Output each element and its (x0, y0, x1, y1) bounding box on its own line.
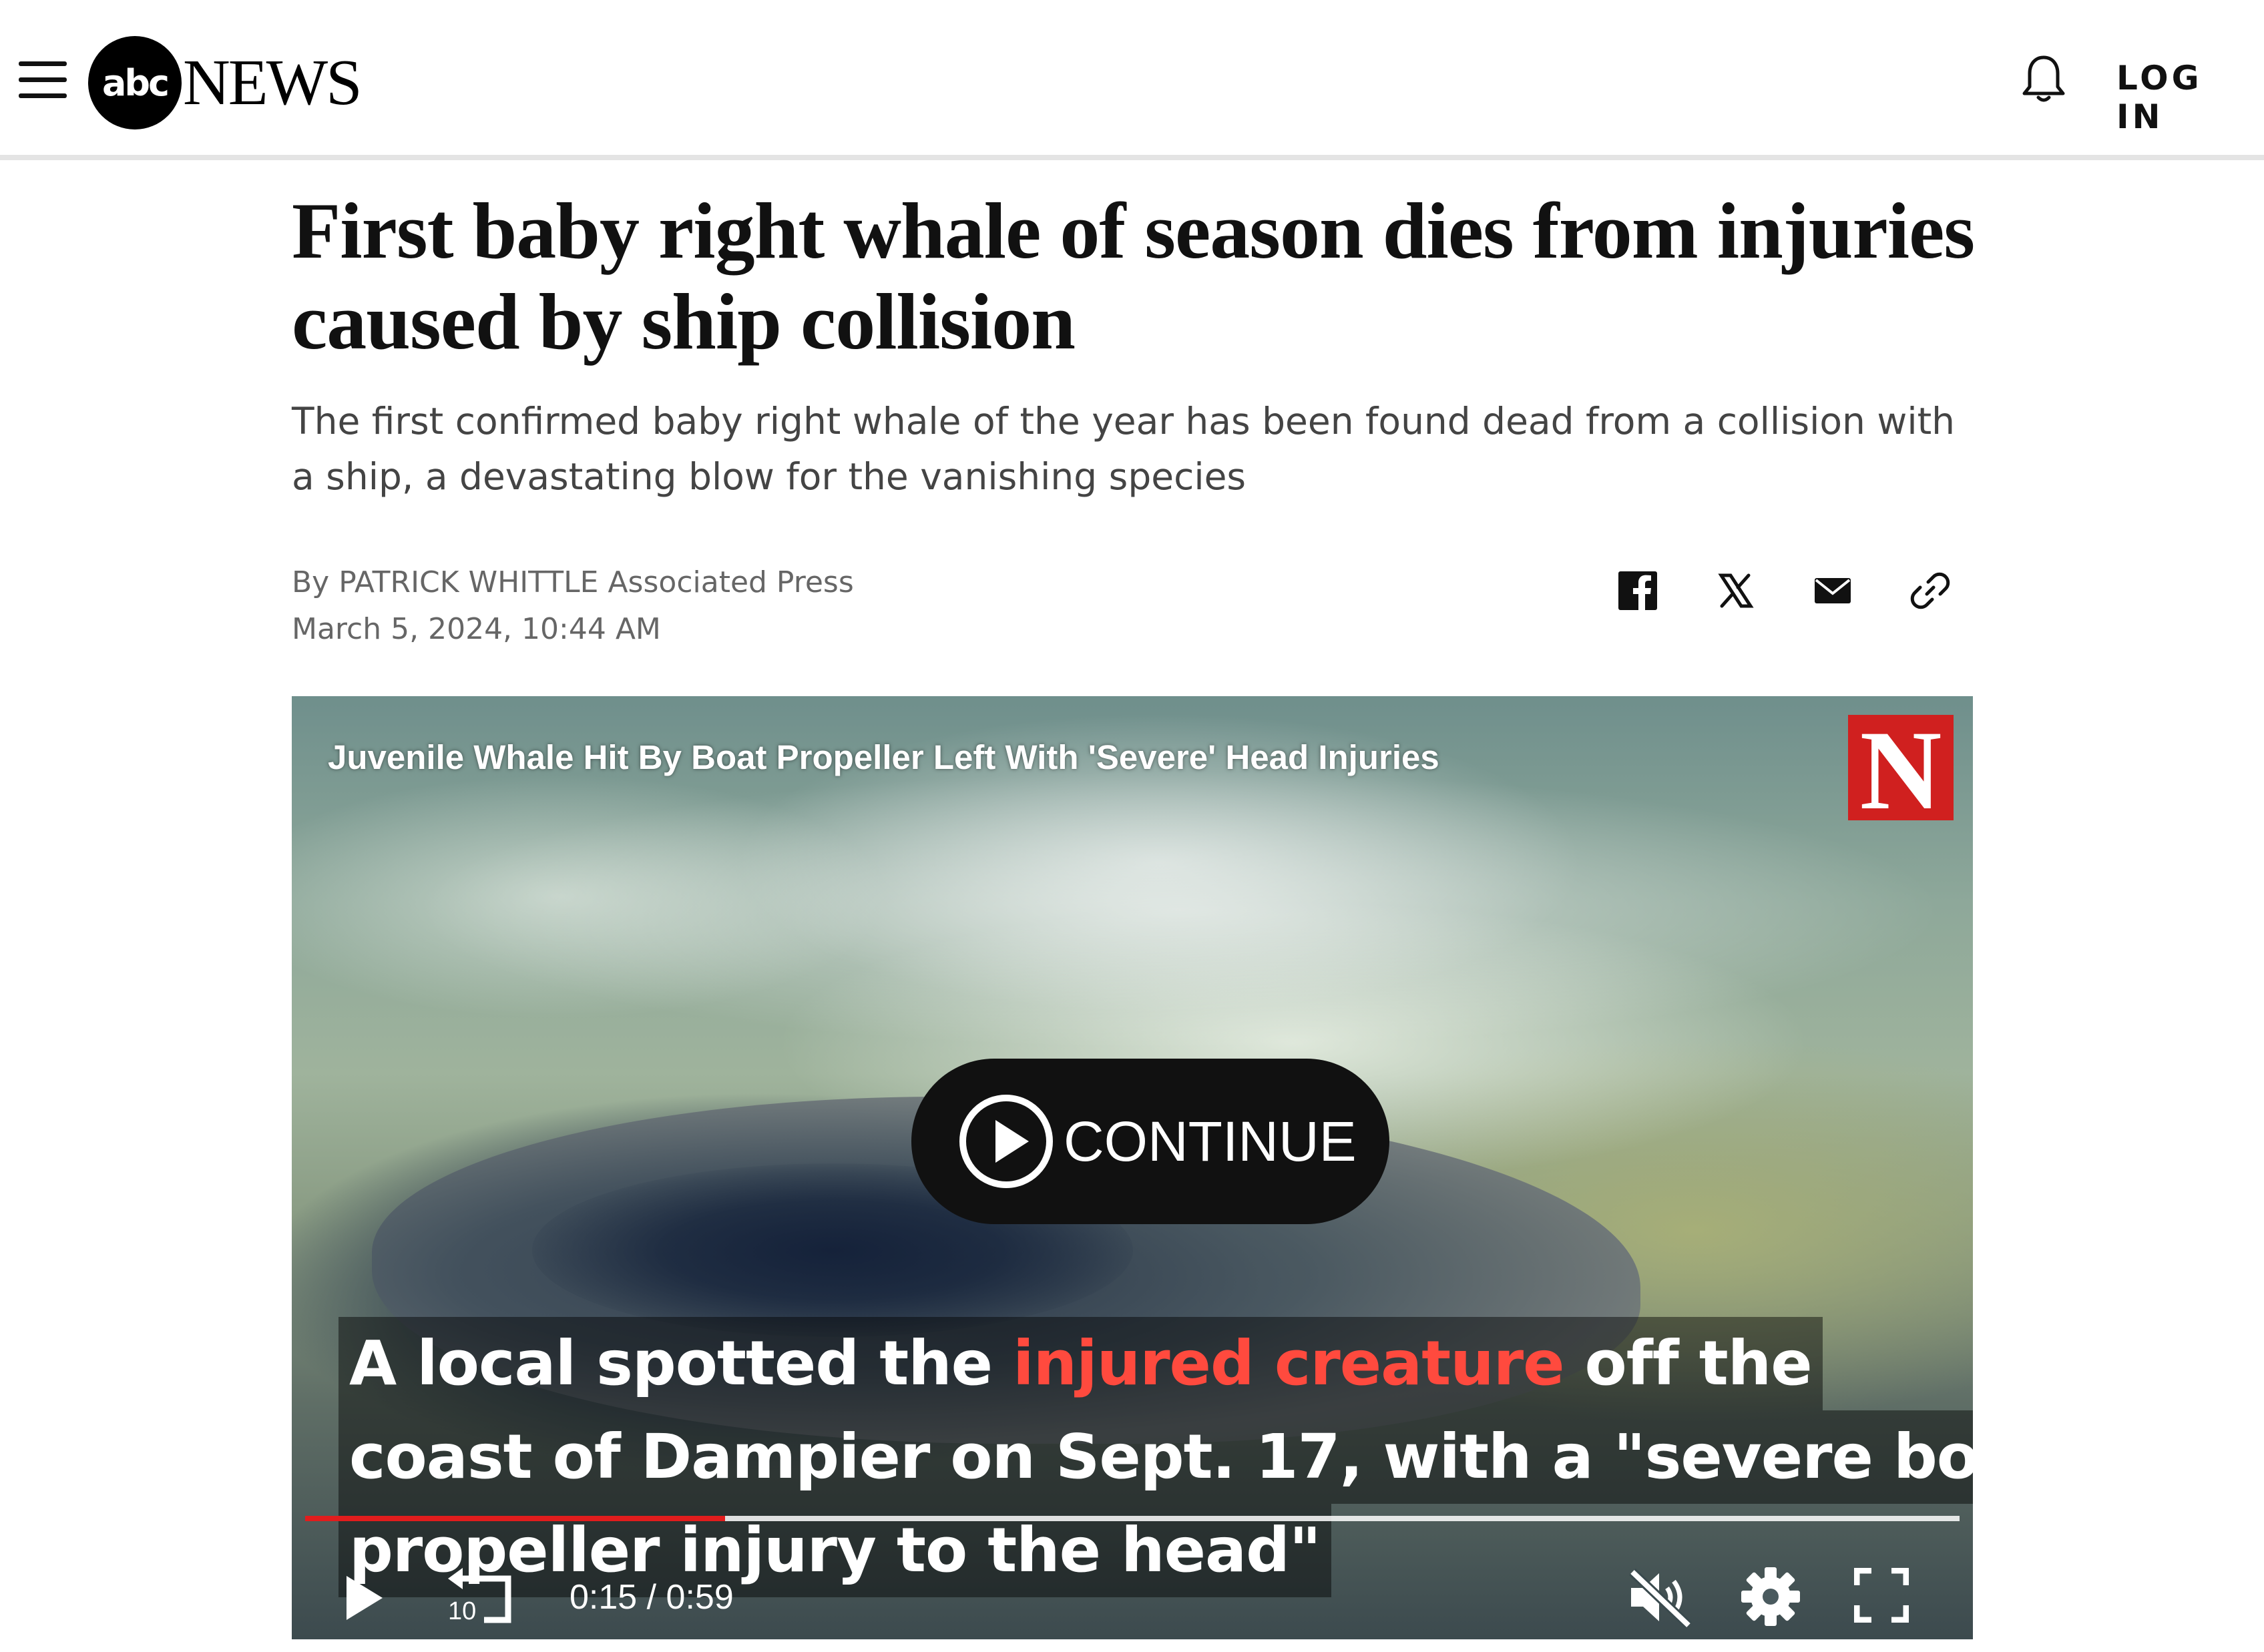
continue-label: CONTINUE (1064, 1110, 1357, 1173)
play-circle-icon (959, 1095, 1053, 1188)
fullscreen-icon[interactable] (1854, 1568, 1909, 1623)
time-display: 0:15 / 0:59 (570, 1578, 734, 1617)
caption-line-2: coast of Dampier on Sept. 17, with a "se… (338, 1410, 1973, 1504)
menu-icon[interactable] (19, 61, 67, 99)
caption-line-1: A local spotted the injured creature off… (338, 1317, 1823, 1410)
video-frame-foam (412, 770, 1948, 1050)
abc-news-logo[interactable]: abc NEWS (88, 36, 363, 129)
email-icon[interactable] (1811, 569, 1855, 613)
article-headline: First baby right whale of season dies fr… (292, 186, 1975, 366)
play-icon[interactable] (344, 1575, 384, 1621)
logo-circle: abc (88, 36, 182, 129)
skip-back-seconds: 10 (448, 1597, 477, 1625)
facebook-icon[interactable] (1616, 569, 1660, 613)
article-meta: By PATRICK WHITTLE Associated Press Marc… (292, 559, 854, 653)
mute-icon[interactable] (1627, 1567, 1694, 1628)
x-icon[interactable] (1713, 569, 1757, 613)
progress-bar[interactable] (305, 1516, 1960, 1521)
video-controls: 10 0:15 / 0:59 (292, 1537, 1973, 1631)
site-header: abc NEWS LOG IN (0, 0, 2264, 160)
share-bar (1616, 569, 1952, 613)
skip-back-button[interactable]: 10 (443, 1564, 516, 1625)
byline[interactable]: By PATRICK WHITTLE Associated Press (292, 559, 854, 606)
caption-highlight: injured creature (1013, 1328, 1564, 1399)
video-title[interactable]: Juvenile Whale Hit By Boat Propeller Lef… (328, 738, 1439, 777)
bell-icon[interactable] (2020, 53, 2067, 104)
link-icon[interactable] (1908, 569, 1952, 613)
logo-word: NEWS (183, 47, 363, 119)
publish-date: March 5, 2024, 10:44 AM (292, 612, 661, 646)
video-player[interactable]: Juvenile Whale Hit By Boat Propeller Lef… (292, 696, 1973, 1639)
settings-gear-icon[interactable] (1741, 1567, 1801, 1627)
publisher-logo: N (1848, 714, 1954, 827)
article-subheadline: The first confirmed baby right whale of … (292, 400, 1956, 498)
progress-fill (305, 1516, 726, 1521)
continue-button[interactable]: CONTINUE (911, 1059, 1389, 1224)
publisher-logo-letter: N (1859, 708, 1942, 833)
caption-line-1-post: off the (1564, 1328, 1812, 1399)
caption-line-1-pre: A local spotted the (349, 1328, 1013, 1399)
login-button[interactable]: LOG IN (2116, 59, 2264, 136)
